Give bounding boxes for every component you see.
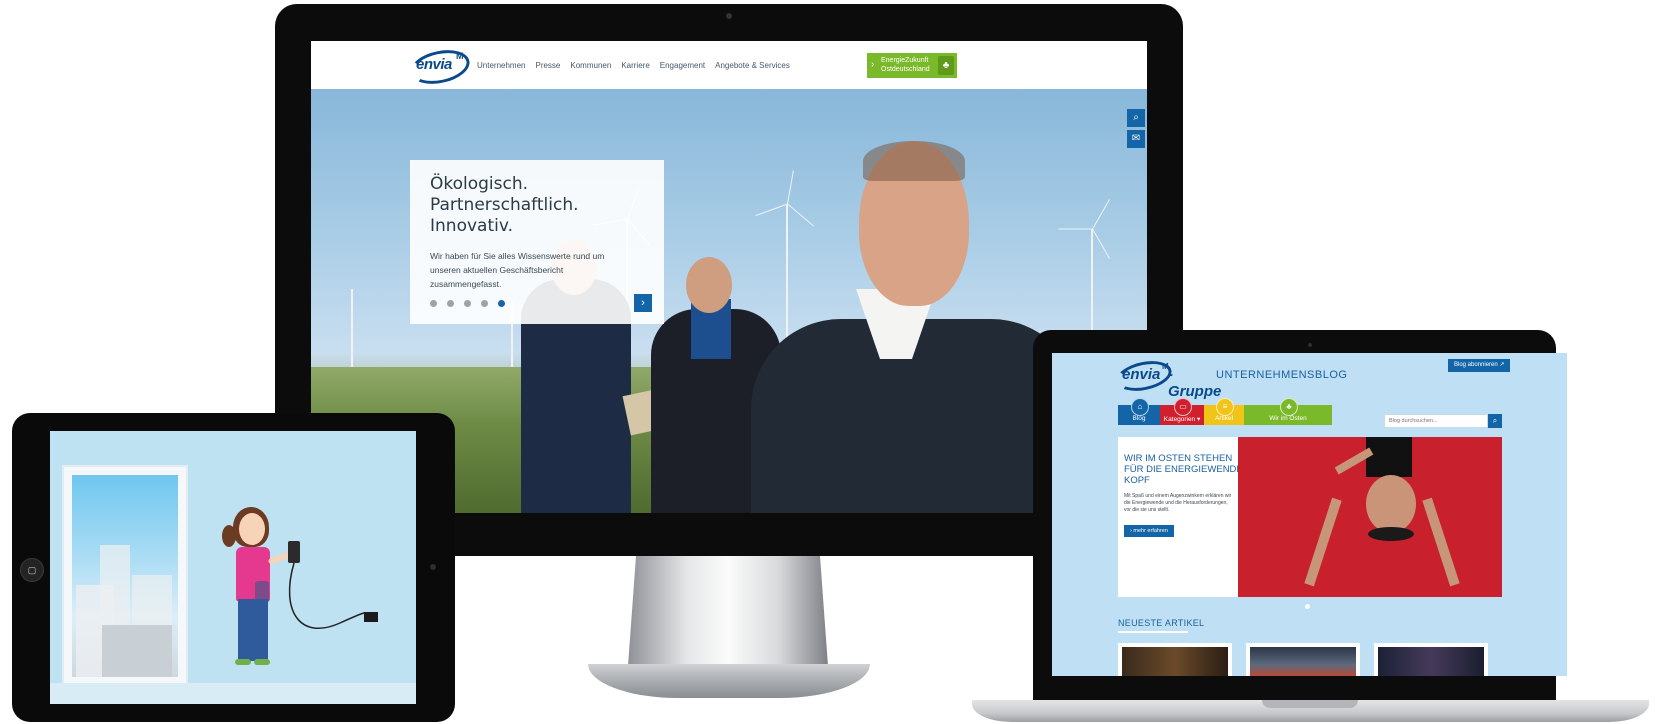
nav-engagement[interactable]: Engagement xyxy=(660,61,705,70)
slider-dot[interactable] xyxy=(481,300,488,307)
heading-underline xyxy=(1118,631,1188,633)
slider-dot[interactable] xyxy=(430,300,437,307)
contact-button[interactable]: ✉ xyxy=(1127,130,1145,148)
chevron-right-icon: › xyxy=(641,297,645,309)
person-arm xyxy=(1304,497,1342,587)
tablet-home-button[interactable]: ▢ xyxy=(20,558,44,582)
nav-angebote-services[interactable]: Angebote & Services xyxy=(715,61,790,70)
article-image xyxy=(1378,647,1484,676)
tree-icon: ♣ xyxy=(938,56,954,75)
read-more-label: mehr erfahren xyxy=(1133,528,1168,534)
person-head xyxy=(1366,475,1416,533)
logo-text: envia xyxy=(416,56,452,73)
main-navigation: Unternehmen Presse Kommunen Karriere Eng… xyxy=(477,61,790,70)
teaser-image xyxy=(1238,437,1502,597)
blog-nav-label: Artikel xyxy=(1214,415,1234,422)
subscribe-button[interactable]: Blog abonnieren ↗ xyxy=(1448,359,1511,372)
charging-cable xyxy=(288,562,378,629)
article-thumbnail[interactable] xyxy=(1374,643,1488,676)
next-slide-button[interactable]: › xyxy=(634,294,652,312)
person-shirt xyxy=(1366,437,1412,477)
energiezukunft-button[interactable]: › EnergieZukunft Ostdeutschland ♣ xyxy=(867,53,957,78)
teaser-slider-dot[interactable] xyxy=(1305,604,1310,609)
article-thumbnail[interactable] xyxy=(1118,643,1232,676)
slider-dot-active[interactable] xyxy=(498,300,505,307)
tablet-camera xyxy=(430,564,436,570)
person-arm xyxy=(1422,497,1460,587)
blog-search-button[interactable]: ⌕ xyxy=(1488,414,1502,428)
character-shoe xyxy=(254,659,270,665)
article-image xyxy=(1122,647,1228,676)
teaser-title: WIR IM OSTEN STEHEN FÜR DIE ENERGIEWENDE… xyxy=(1124,453,1243,486)
monitor-stand-neck xyxy=(628,556,828,666)
tablet-screen xyxy=(50,431,416,704)
document-icon: ≡ xyxy=(1216,398,1234,416)
home-icon: ⌂ xyxy=(1131,398,1149,416)
slider-dot[interactable] xyxy=(464,300,471,307)
search-icon: ⌕ xyxy=(1133,112,1139,123)
window-illustration xyxy=(62,465,188,687)
blog-search-input[interactable] xyxy=(1384,414,1488,428)
person-middle-head xyxy=(686,257,732,313)
window-glass xyxy=(72,475,178,677)
laptop-camera xyxy=(1308,343,1312,347)
hair xyxy=(863,141,965,181)
latest-articles-heading: NEUESTE ARTIKEL xyxy=(1118,618,1205,628)
read-more-button[interactable]: › mehr erfahren xyxy=(1124,525,1174,537)
blog-nav-artikel[interactable]: ≡ Artikel xyxy=(1204,398,1244,425)
leaf-icon: ♣ xyxy=(1280,398,1298,416)
search-button[interactable]: ⌕ xyxy=(1127,109,1145,127)
monitor-camera xyxy=(726,13,732,19)
phone-icon xyxy=(288,541,300,563)
hero-title: Ökologisch. Partnerschaftlich. Innovativ… xyxy=(430,174,579,236)
character-shoe xyxy=(235,659,251,665)
site-header: envia M Unternehmen Presse Kommunen Karr… xyxy=(311,41,1147,90)
hero-card: Ökologisch. Partnerschaftlich. Innovativ… xyxy=(410,160,664,324)
subscribe-label: Blog abonnieren xyxy=(1454,362,1498,368)
article-thumbnail[interactable] xyxy=(1246,643,1360,676)
character-jeans xyxy=(238,599,268,661)
slider-dot[interactable] xyxy=(447,300,454,307)
character-face xyxy=(239,513,265,545)
floor xyxy=(50,683,416,704)
hero-text: Wir haben für Sie alles Wissenswerte run… xyxy=(430,251,605,289)
logo-text: envia xyxy=(1122,366,1161,383)
featured-teaser: WIR IM OSTEN STEHEN FÜR DIE ENERGIEWENDE… xyxy=(1118,437,1502,597)
mail-icon: ✉ xyxy=(1131,133,1141,144)
person-hair xyxy=(1368,527,1414,541)
logo-suffix: -Gruppe xyxy=(1168,366,1222,400)
person-front xyxy=(751,319,1081,513)
blog-nav-wir-im-osten[interactable]: ♣ Wir im Osten xyxy=(1244,398,1332,425)
folder-icon: ▭ xyxy=(1174,398,1192,416)
blog-nav-label: Kategorien ▾ xyxy=(1163,416,1201,423)
rss-icon: ↗ xyxy=(1499,362,1505,368)
monitor-stand-foot xyxy=(588,664,870,698)
teaser-text: Mit Spaß und einem Augenzwinkern erkläre… xyxy=(1124,493,1232,513)
character-ponytail xyxy=(222,525,236,547)
blog-nav-blog[interactable]: ⌂ Blog xyxy=(1118,398,1160,425)
nav-unternehmen[interactable]: Unternehmen xyxy=(477,61,525,70)
wind-turbine xyxy=(351,289,353,369)
nav-kommunen[interactable]: Kommunen xyxy=(570,61,611,70)
blog-nav-label: Wir im Osten xyxy=(1269,415,1307,422)
nav-presse[interactable]: Presse xyxy=(535,61,560,70)
article-image xyxy=(1250,647,1356,676)
logo-superscript: M xyxy=(456,51,464,61)
blog-nav-kategorien[interactable]: ▭ Kategorien ▾ xyxy=(1160,398,1204,425)
blog-nav-label: Blog xyxy=(1132,415,1146,422)
laptop-opening-notch xyxy=(1262,700,1358,708)
blog-label: UNTERNEHMENSBLOG xyxy=(1216,369,1348,381)
search-icon: ⌕ xyxy=(1492,416,1498,425)
nav-karriere[interactable]: Karriere xyxy=(621,61,649,70)
chevron-right-icon: › xyxy=(871,59,875,70)
laptop-screen: envia M -Gruppe UNTERNEHMENSBLOG Blog ab… xyxy=(1052,353,1567,676)
slider-dots xyxy=(430,300,505,307)
